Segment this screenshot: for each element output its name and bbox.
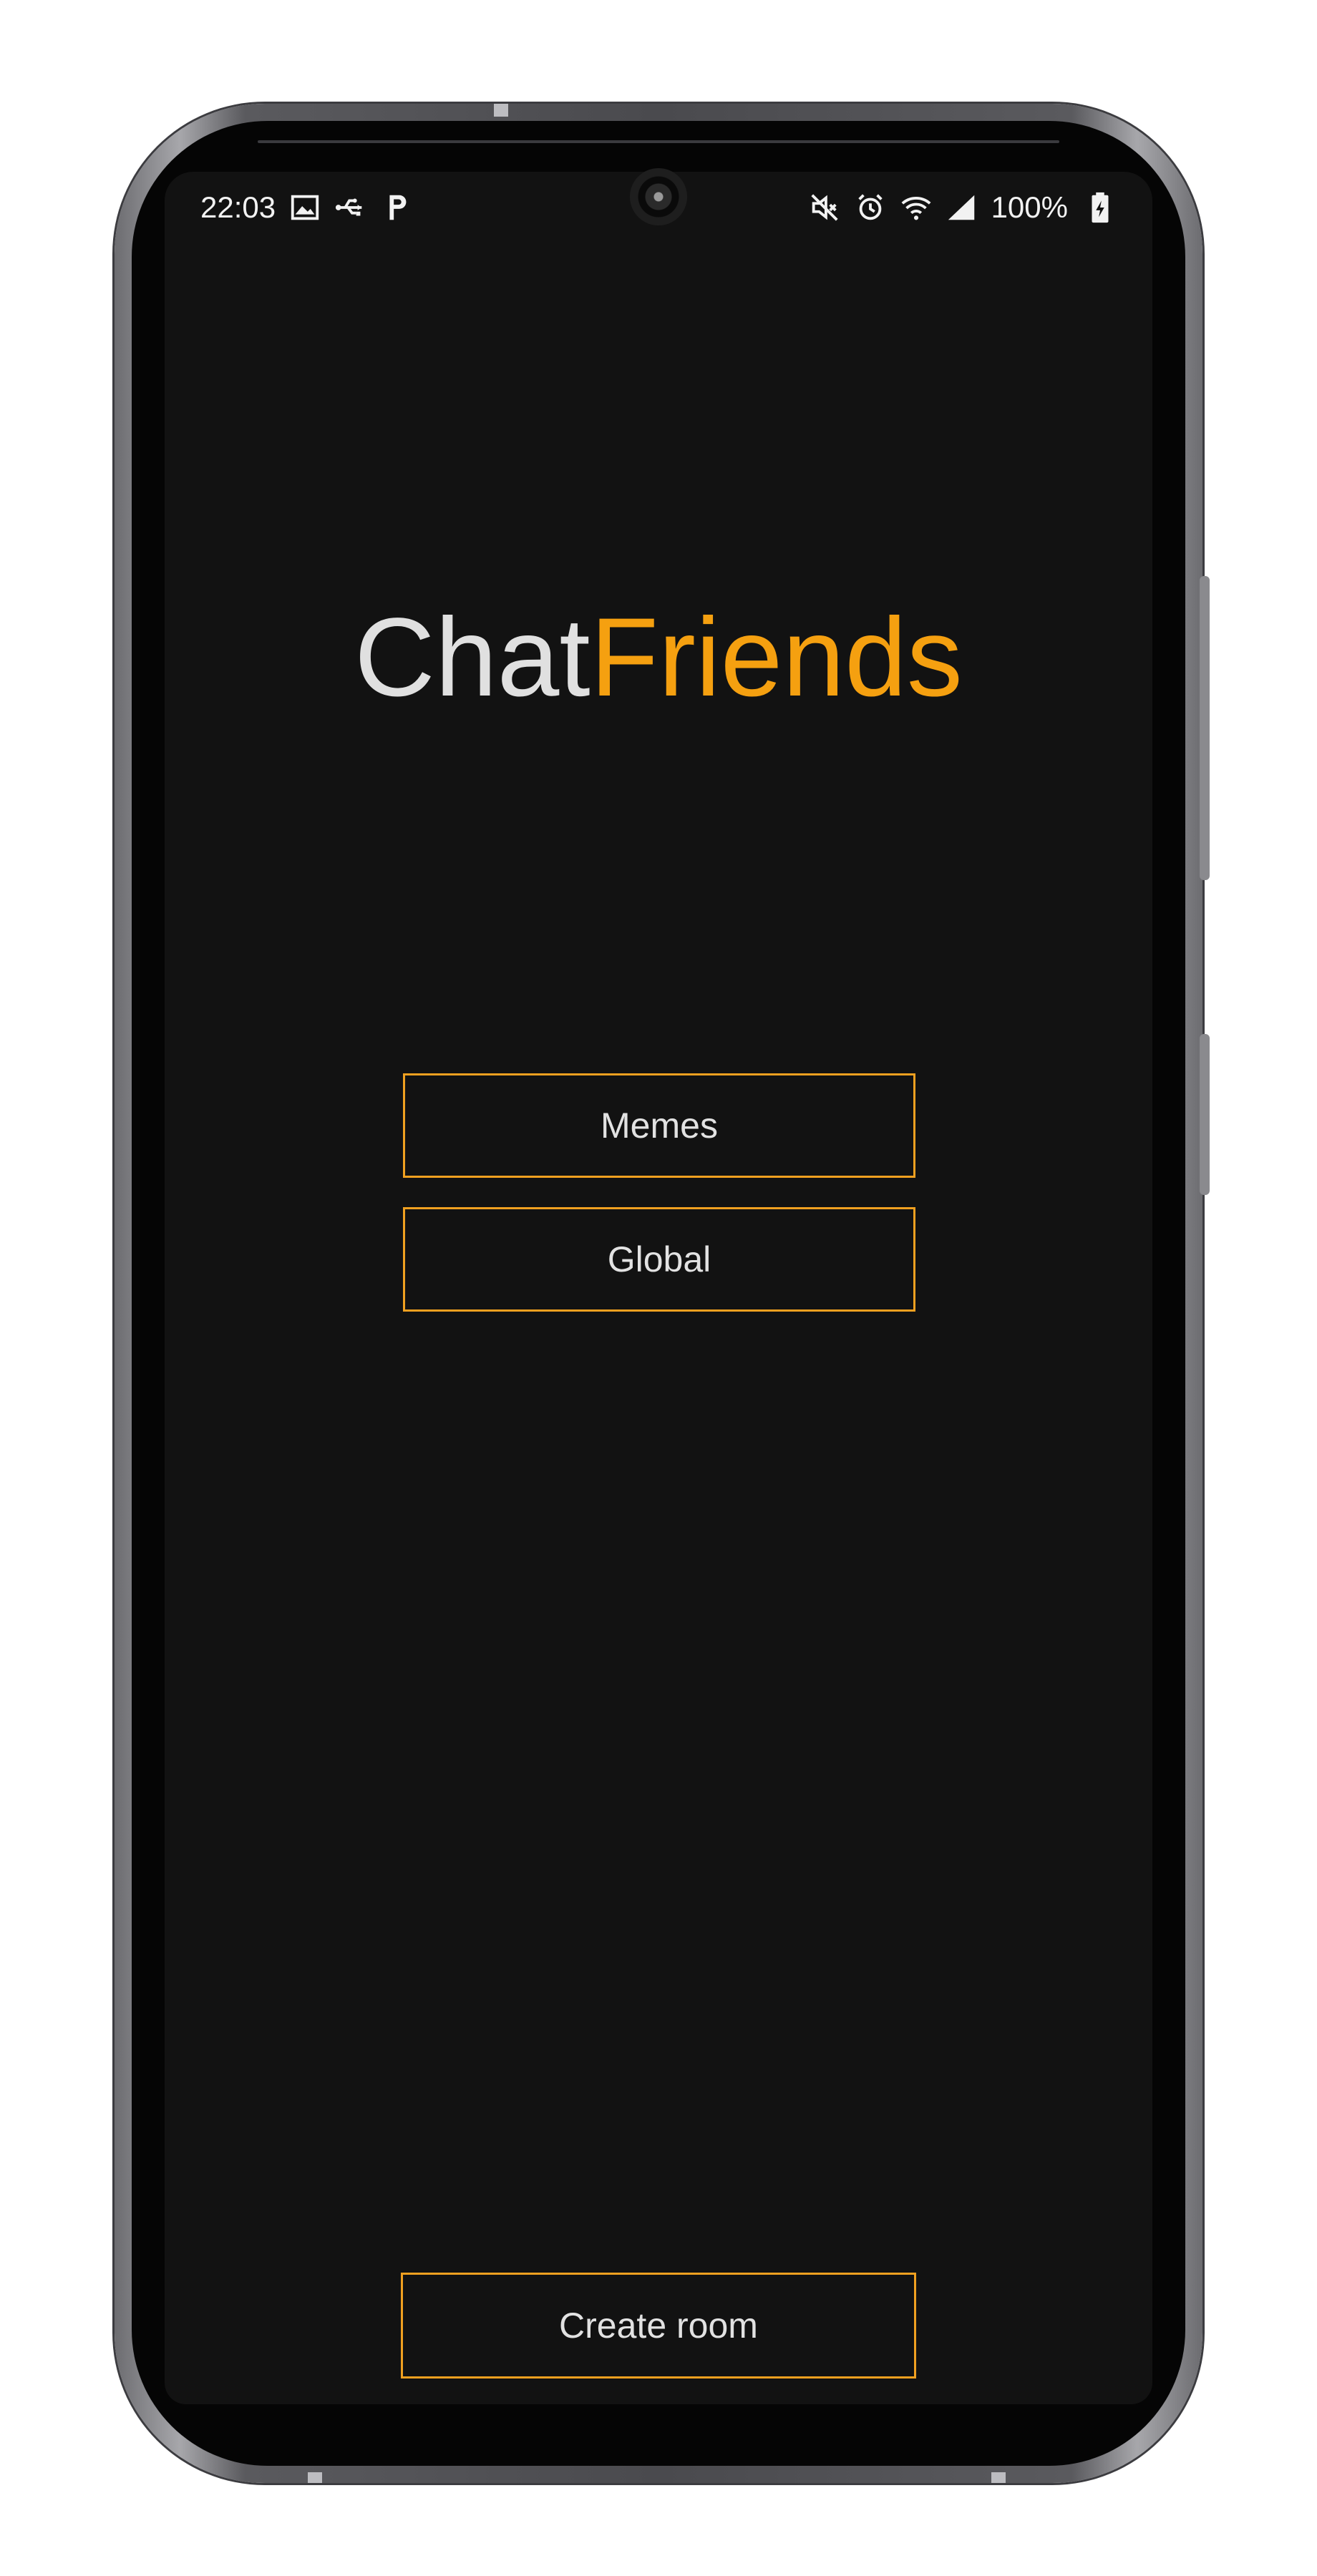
power-button[interactable] [1200,1034,1210,1195]
usb-icon [334,191,367,224]
app-screen: 22:03 100% ChatFriends Memes Global Crea… [165,172,1152,2404]
app-title-chat: Chat [354,595,591,720]
front-camera [630,168,687,225]
p-app-icon [380,191,413,224]
app-title: ChatFriends [165,594,1152,722]
room-button-global[interactable]: Global [403,1207,915,1312]
antenna-line [494,104,508,117]
status-right: 100% [808,190,1117,225]
create-room-button[interactable]: Create room [401,2273,916,2379]
room-button-label: Memes [601,1106,718,1146]
antenna-line [991,2472,1006,2483]
status-time: 22:03 [200,190,276,224]
battery-icon [1084,191,1117,224]
wifi-icon [900,191,933,224]
screenshot-stage: 22:03 100% ChatFriends Memes Global Crea… [0,0,1317,2576]
alarm-icon [854,191,887,224]
battery-percent: 100% [991,190,1068,224]
earpiece-speaker [258,140,1059,143]
status-left: 22:03 [200,190,413,225]
room-button-memes[interactable]: Memes [403,1073,915,1178]
room-button-label: Global [607,1239,711,1279]
antenna-line [308,2472,322,2483]
mute-icon [808,191,841,224]
volume-button[interactable] [1200,576,1210,880]
signal-icon [946,191,978,224]
gallery-icon [288,191,321,224]
app-title-friends: Friends [590,595,963,720]
create-room-label: Create room [559,2306,758,2346]
